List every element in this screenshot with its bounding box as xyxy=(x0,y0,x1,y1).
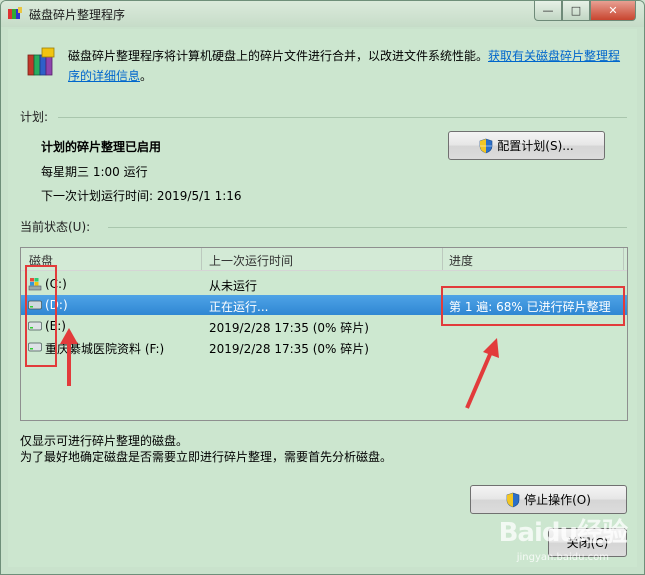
schedule-status: 计划的碎片整理已启用 xyxy=(41,140,162,154)
schedule-next-run: 下一次计划运行时间: 2019/5/1 1:16 xyxy=(41,189,242,203)
stop-operation-label: 停止操作(O) xyxy=(524,493,591,507)
close-icon: ✕ xyxy=(608,4,618,17)
client-area: 磁盘碎片整理程序将计算机硬盘上的碎片文件进行合并，以改进文件系统性能。获取有关磁… xyxy=(8,29,637,567)
disk-last-run: 2019/2/28 17:35 (0% 碎片) xyxy=(209,342,369,356)
window-controls: — □ ✕ xyxy=(534,1,636,21)
column-divider[interactable] xyxy=(623,248,624,270)
column-progress[interactable]: 进度 xyxy=(449,252,473,269)
defrag-header-icon xyxy=(27,47,55,76)
defrag-window: 磁盘碎片整理程序 — □ ✕ 磁盘碎片整理程序将计算机硬盘上的碎片文件进行合并，… xyxy=(0,0,645,575)
minimize-icon: — xyxy=(542,4,554,17)
close-window-button[interactable]: ✕ xyxy=(590,1,636,21)
stop-operation-button[interactable]: 停止操作(O) xyxy=(470,485,627,514)
annotation-box-progress xyxy=(441,286,625,326)
annotation-arrow-right xyxy=(465,338,499,409)
note-analyze-first: 为了最好地确定磁盘是否需要立即进行碎片整理，需要首先分析磁盘。 xyxy=(20,450,393,464)
column-divider[interactable] xyxy=(201,248,202,270)
disk-list-header: 磁盘 上一次运行时间 进度 xyxy=(21,248,627,271)
schedule-section-label: 计划: xyxy=(20,110,49,124)
title-bar[interactable]: 磁盘碎片整理程序 — □ ✕ xyxy=(1,1,644,27)
schedule-divider xyxy=(58,117,627,118)
status-divider xyxy=(108,227,627,228)
watermark-url: jingyan.baidu.com xyxy=(516,552,609,563)
note-defrag-only: 仅显示可进行碎片整理的磁盘。 xyxy=(20,434,189,448)
minimize-button[interactable]: — xyxy=(534,1,562,21)
uac-shield-icon xyxy=(506,492,520,507)
intro-description: 磁盘碎片整理程序将计算机硬盘上的碎片文件进行合并，以改进文件系统性能。 xyxy=(68,49,489,63)
annotation-arrow-left xyxy=(60,328,78,386)
disk-last-run: 从未运行 xyxy=(209,279,258,293)
disk-list[interactable]: 磁盘 上一次运行时间 进度 (C:) 从未运行 (D:) 正在运行... 第 1… xyxy=(20,247,628,421)
annotation-box-disks xyxy=(25,265,57,367)
configure-schedule-label: 配置计划(S)... xyxy=(497,139,574,153)
disk-last-run: 2019/2/28 17:35 (0% 碎片) xyxy=(209,321,369,335)
uac-shield-icon xyxy=(479,138,493,153)
intro-text: 磁盘碎片整理程序将计算机硬盘上的碎片文件进行合并，以改进文件系统性能。获取有关磁… xyxy=(68,46,628,86)
disk-last-run: 正在运行... xyxy=(209,300,269,314)
maximize-button[interactable]: □ xyxy=(562,1,590,21)
window-title: 磁盘碎片整理程序 xyxy=(29,8,126,22)
column-last-run[interactable]: 上一次运行时间 xyxy=(209,252,293,269)
intro-link-suffix: 。 xyxy=(140,69,153,83)
current-status-label: 当前状态(U): xyxy=(20,220,91,234)
watermark-logo: Baidu经验 xyxy=(498,518,628,548)
disk-row-f[interactable]: 重庆綦城医院资料 (F:) 2019/2/28 17:35 (0% 碎片) xyxy=(21,337,627,357)
column-divider[interactable] xyxy=(442,248,443,270)
configure-schedule-button[interactable]: 配置计划(S)... xyxy=(448,131,605,160)
defrag-app-icon xyxy=(8,7,22,19)
schedule-frequency: 每星期三 1:00 运行 xyxy=(41,165,148,179)
maximize-icon: □ xyxy=(570,4,582,17)
